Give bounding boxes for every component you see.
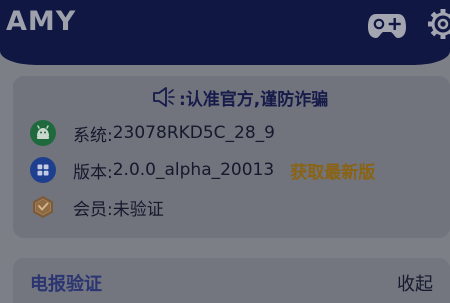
app-header: AMY — [0, 0, 450, 65]
get-latest-version-link[interactable]: 获取最新版 — [290, 158, 375, 183]
version-label: 版本: — [73, 162, 113, 183]
gamepad-icon[interactable] — [367, 10, 407, 40]
notice-text: :认准官方,谨防诈骗 — [179, 89, 329, 110]
member-label: 会员: — [73, 199, 113, 220]
grid-icon — [30, 157, 56, 183]
member-value: 未验证 — [112, 199, 164, 220]
app-screen: AMY:认准官方,谨防诈骗 系统: 23078RKD5C_28_9 版本: 2… — [0, 0, 450, 303]
app-title: AMY — [6, 6, 77, 37]
version-row: 版本: 2.0.0_alpha_20013 获取最新版 — [30, 156, 375, 184]
speaker-icon — [153, 87, 175, 107]
system-label: 系统: — [73, 125, 113, 146]
android-icon — [30, 120, 56, 146]
notice-banner: :认准官方,谨防诈骗 — [151, 84, 328, 110]
telegram-verify-title: 电报验证 — [30, 274, 102, 295]
telegram-verify-card: 电报验证 收起 — [13, 258, 450, 303]
member-badge-icon — [33, 196, 53, 218]
collapse-button[interactable]: 收起 — [397, 270, 433, 296]
settings-icon[interactable] — [427, 8, 450, 40]
system-value: 23078RKD5C_28_9 — [112, 123, 275, 143]
system-row: 系统: 23078RKD5C_28_9 — [30, 119, 275, 147]
member-row: 会员: 未验证 — [30, 193, 164, 221]
device-info-card: :认准官方,谨防诈骗 系统: 23078RKD5C_28_9 版本: 2.0.0… — [13, 76, 450, 238]
version-value: 2.0.0_alpha_20013 — [112, 160, 275, 180]
